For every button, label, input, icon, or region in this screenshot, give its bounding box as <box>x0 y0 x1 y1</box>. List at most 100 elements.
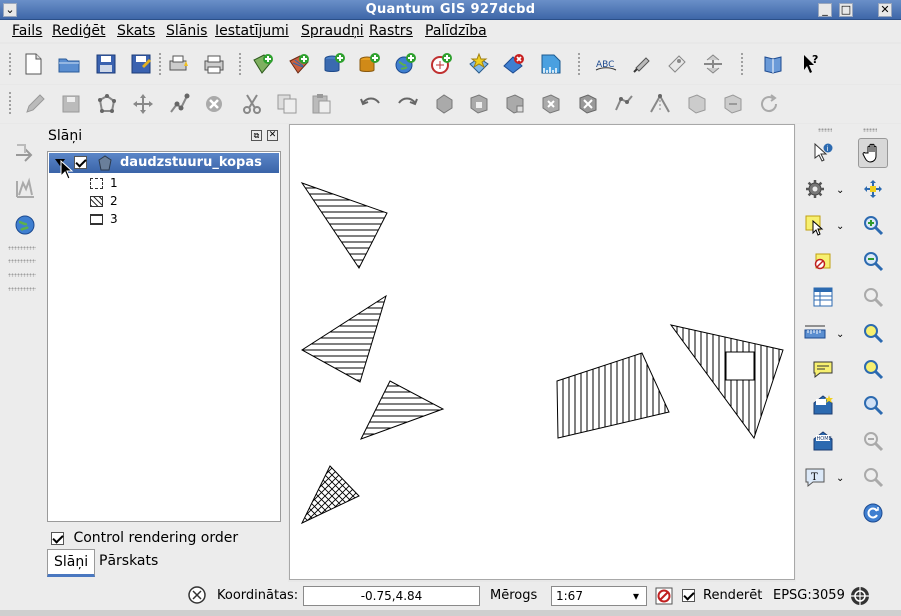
zoom-actual-size-icon[interactable] <box>858 426 888 456</box>
close-button[interactable]: ✕ <box>878 3 892 17</box>
plugin-settings-icon[interactable] <box>800 174 830 204</box>
show-bookmarks-icon[interactable]: HOME <box>808 426 838 456</box>
annotation-dropdown-arrow-icon[interactable]: ⌄ <box>836 473 844 484</box>
select-dropdown-arrow-icon[interactable]: ⌄ <box>836 221 844 232</box>
copy-features-icon[interactable] <box>272 89 302 119</box>
menu-rastrs[interactable]: Rastrs <box>369 23 413 39</box>
add-wms-layer-icon[interactable] <box>390 49 420 79</box>
zoom-full-icon[interactable] <box>858 174 888 204</box>
save-as-icon[interactable] <box>126 49 156 79</box>
globe-plugin-icon[interactable] <box>10 210 40 240</box>
new-bookmark-icon[interactable] <box>808 390 838 420</box>
settings-dropdown-arrow-icon[interactable]: ⌄ <box>836 185 844 196</box>
float-panel-button[interactable]: ⧉ <box>251 130 262 141</box>
coordinate-capture-icon[interactable] <box>187 585 207 605</box>
menu-rediget[interactable]: Rediģēt <box>52 23 105 39</box>
menu-spraudni[interactable]: Spraudņi <box>301 23 364 39</box>
class-row[interactable]: 2 <box>90 194 118 208</box>
georeferencer-icon[interactable] <box>10 138 40 168</box>
show-hide-labels-icon[interactable] <box>662 49 692 79</box>
capture-polygon-icon[interactable] <box>92 89 122 119</box>
tab-overview[interactable]: Pārskats <box>93 549 164 577</box>
delete-ring-icon[interactable] <box>536 89 566 119</box>
attribute-table-icon[interactable] <box>808 282 838 312</box>
add-ring-icon[interactable] <box>464 89 494 119</box>
text-annotation-icon[interactable]: T <box>800 462 830 492</box>
coordinates-field[interactable]: -0.75,4.84 <box>303 586 480 606</box>
merge-features-icon[interactable] <box>682 89 712 119</box>
control-rendering-order[interactable]: Control rendering order <box>51 530 238 546</box>
minimize-button[interactable]: _ <box>818 3 832 17</box>
layer-visibility-checkbox[interactable] <box>74 156 87 169</box>
deselect-icon[interactable] <box>808 246 838 276</box>
tab-layers[interactable]: Slāņi <box>47 549 96 577</box>
print-composer-icon[interactable] <box>164 49 194 79</box>
menu-iestatijumi[interactable]: Iestatījumi <box>215 23 289 39</box>
simplify-feature-icon[interactable] <box>429 89 459 119</box>
map-canvas[interactable] <box>289 124 795 580</box>
split-features-icon[interactable] <box>645 89 675 119</box>
move-label-icon[interactable] <box>698 49 728 79</box>
crs-label[interactable]: EPSG:3059 <box>773 588 845 603</box>
rotate-symbol-icon[interactable] <box>754 89 784 119</box>
whats-this-icon[interactable]: ? <box>795 49 825 79</box>
new-vector-layer-icon[interactable] <box>464 49 494 79</box>
delete-part-icon[interactable] <box>573 89 603 119</box>
help-contents-icon[interactable] <box>758 49 788 79</box>
zoom-out-icon[interactable] <box>858 246 888 276</box>
zoom-to-selection-icon[interactable] <box>858 282 888 312</box>
zoom-to-layer-icon[interactable] <box>858 318 888 348</box>
toggle-editing-icon[interactable] <box>20 89 50 119</box>
open-project-icon[interactable] <box>54 49 84 79</box>
add-part-icon[interactable] <box>500 89 530 119</box>
print-icon[interactable] <box>199 49 229 79</box>
add-wfs-layer-icon[interactable] <box>426 49 456 79</box>
select-features-icon[interactable] <box>800 210 830 240</box>
redo-icon[interactable] <box>392 89 422 119</box>
close-panel-button[interactable]: ✕ <box>267 130 278 141</box>
reshape-icon[interactable] <box>609 89 639 119</box>
map-tips-icon[interactable] <box>808 354 838 384</box>
scale-combobox[interactable]: 1:67 ▾ <box>551 586 647 606</box>
class-row[interactable]: 1 <box>90 176 118 190</box>
add-vector-layer-icon[interactable] <box>248 49 278 79</box>
render-checkbox[interactable] <box>682 589 695 602</box>
layer-row[interactable]: daudzstuuru_kopas <box>49 153 279 173</box>
new-project-icon[interactable] <box>18 49 48 79</box>
add-postgis-layer-icon[interactable] <box>319 49 349 79</box>
add-grass-layer-icon[interactable] <box>536 49 566 79</box>
zoom-in-icon[interactable] <box>858 210 888 240</box>
pan-icon[interactable] <box>858 138 888 168</box>
delete-selected-icon[interactable] <box>199 89 229 119</box>
menu-slanis[interactable]: Slānis <box>166 23 207 39</box>
node-tool-icon[interactable] <box>164 89 194 119</box>
control-rendering-checkbox[interactable] <box>51 531 64 545</box>
projection-globe-icon[interactable] <box>849 585 871 607</box>
move-feature-icon[interactable] <box>128 89 158 119</box>
label-icon[interactable]: ABC <box>591 49 621 79</box>
zoom-next-icon[interactable] <box>858 390 888 420</box>
menu-fails[interactable]: Fails <box>12 23 42 39</box>
measure-icon[interactable] <box>800 318 830 348</box>
identify-icon[interactable]: i <box>808 138 838 168</box>
add-raster-layer-icon[interactable] <box>284 49 314 79</box>
profile-tool-icon[interactable] <box>10 174 40 204</box>
undo-icon[interactable] <box>356 89 386 119</box>
class-row[interactable]: 3 <box>90 212 118 226</box>
save-project-icon[interactable] <box>91 49 121 79</box>
stop-render-icon[interactable] <box>654 586 674 606</box>
refresh-icon[interactable] <box>858 498 888 528</box>
paste-features-icon[interactable] <box>306 89 336 119</box>
merge-attributes-icon[interactable] <box>718 89 748 119</box>
save-edits-icon[interactable] <box>56 89 86 119</box>
remove-layer-icon[interactable] <box>499 49 529 79</box>
menu-palidziba[interactable]: Palīdzība <box>425 23 487 39</box>
add-spatialite-layer-icon[interactable] <box>354 49 384 79</box>
zoom-previous-icon[interactable] <box>858 462 888 492</box>
measure-dropdown-arrow-icon[interactable]: ⌄ <box>836 329 844 340</box>
pin-labels-icon[interactable] <box>627 49 657 79</box>
menu-skats[interactable]: Skats <box>117 23 155 39</box>
scale-dropdown-arrow-icon[interactable]: ▾ <box>628 587 644 605</box>
maximize-button[interactable]: □ <box>839 3 853 17</box>
cut-features-icon[interactable] <box>237 89 267 119</box>
